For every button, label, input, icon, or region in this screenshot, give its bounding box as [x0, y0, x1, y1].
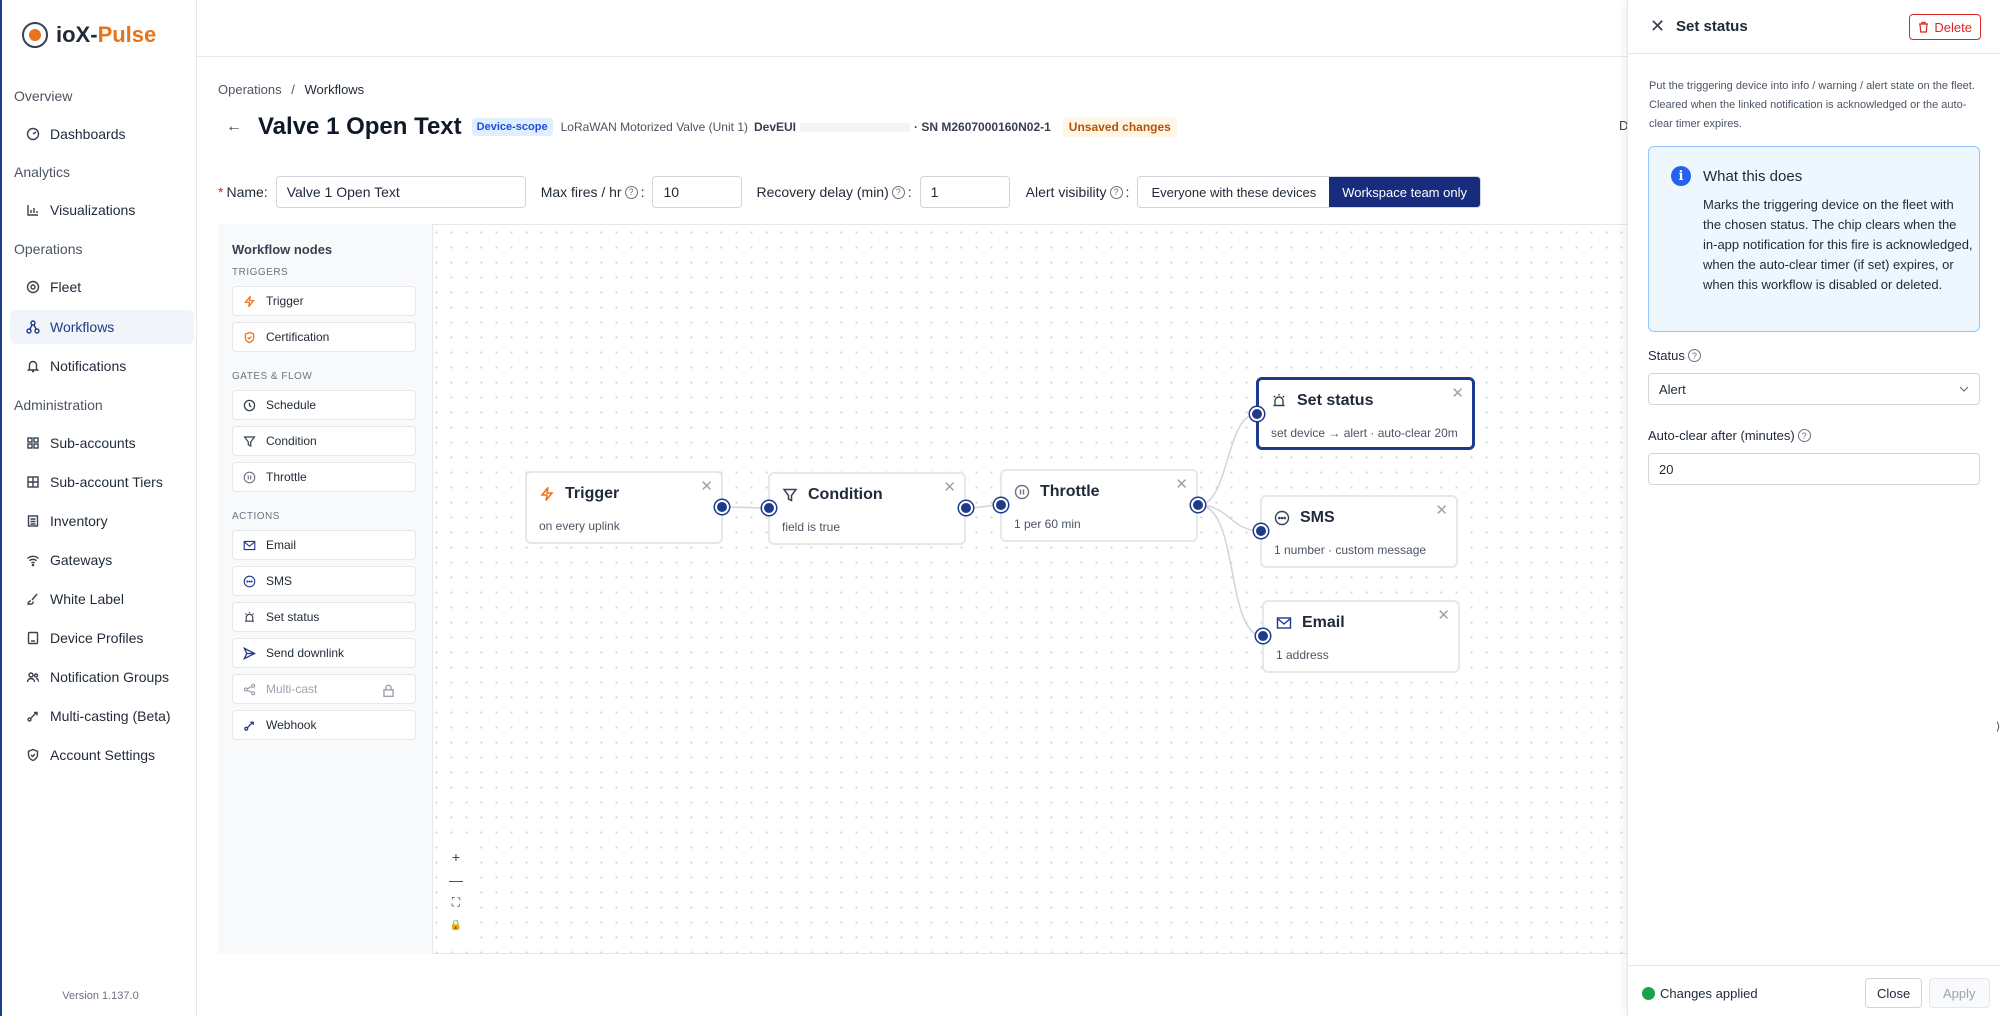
node-email[interactable]: Email 1 address ✕: [1262, 600, 1460, 673]
badge-check-icon: [244, 331, 255, 343]
remove-node-icon[interactable]: ✕: [1437, 606, 1450, 624]
node-trigger[interactable]: Trigger on every uplink ✕: [525, 471, 723, 544]
chat-bubble-icon: [243, 575, 256, 587]
close-icon[interactable]: ✕: [1650, 16, 1665, 37]
palette-section-actions: ACTIONS: [232, 511, 280, 522]
port-setstatus-in[interactable]: [1250, 407, 1264, 421]
node-palette: Workflow nodes TRIGGERS Trigger Certific…: [218, 224, 433, 954]
edge-throttle-email: [1197, 504, 1264, 637]
lightning-icon: [244, 295, 255, 307]
port-trigger-out[interactable]: [715, 500, 729, 514]
edge-throttle-sms: [1197, 504, 1262, 532]
clock-icon: [243, 399, 256, 411]
palette-item-schedule[interactable]: Schedule: [232, 390, 416, 420]
fit-view-icon[interactable]: ⛶: [443, 891, 469, 914]
alarm-icon: [1273, 394, 1285, 407]
panel-description: Put the triggering device into info / wa…: [1649, 80, 1975, 130]
auto-clear-input[interactable]: 20: [1648, 453, 1980, 485]
webhook-icon: [244, 721, 254, 731]
panel-header: ✕ Set status Delete: [1628, 0, 2000, 54]
palette-item-multi-cast: Multi-cast: [232, 674, 416, 704]
palette-item-throttle[interactable]: Throttle: [232, 462, 416, 492]
chevron-down-icon: [1959, 386, 1969, 392]
palette-section-triggers: TRIGGERS: [232, 267, 289, 278]
port-condition-in[interactable]: [762, 501, 776, 515]
trash-icon: [1919, 21, 1929, 33]
remove-node-icon[interactable]: ✕: [700, 477, 713, 495]
resize-cursor-icon: ⟩: [1996, 721, 2000, 733]
zoom-out-icon[interactable]: —: [443, 868, 469, 891]
info-body: Marks the triggering device on the fleet…: [1703, 197, 1973, 292]
filter-icon: [782, 488, 798, 502]
zoom-controls: + — ⛶ 🔒: [443, 845, 469, 941]
palette-item-sms[interactable]: SMS: [232, 566, 416, 596]
lightning-icon: [540, 487, 554, 501]
palette-item-send-downlink[interactable]: Send downlink: [232, 638, 416, 668]
palette-item-webhook[interactable]: Webhook: [232, 710, 416, 740]
help-icon[interactable]: ?: [1797, 429, 1811, 442]
port-condition-out[interactable]: [959, 501, 973, 515]
port-throttle-out[interactable]: [1191, 498, 1205, 512]
node-sms[interactable]: SMS 1 number · custom message ✕: [1260, 495, 1458, 568]
lock-canvas-icon[interactable]: 🔒: [443, 914, 469, 937]
alarm-icon: [245, 611, 254, 622]
zoom-in-icon[interactable]: +: [443, 845, 469, 868]
info-title: What this does: [1703, 168, 1803, 185]
remove-node-icon[interactable]: ✕: [943, 478, 956, 496]
palette-section-gates: GATES & FLOW: [232, 371, 313, 382]
edge-throttle-setstatus: [1197, 413, 1258, 506]
info-callout: i What this does Marks the triggering de…: [1648, 146, 1980, 332]
panel-footer: Changes applied Close Apply: [1628, 965, 2000, 1016]
palette-item-certification[interactable]: Certification: [232, 322, 416, 352]
node-condition[interactable]: Condition field is true ✕: [768, 472, 966, 545]
pause-icon: [243, 471, 256, 483]
remove-node-icon[interactable]: ✕: [1451, 384, 1464, 402]
apply-button[interactable]: Apply: [1929, 978, 1990, 1008]
panel-title: Set status: [1676, 18, 1748, 35]
info-icon: i: [1671, 166, 1691, 186]
status-select[interactable]: Alert: [1648, 373, 1980, 405]
port-email-in[interactable]: [1256, 629, 1270, 643]
share-icon: [243, 683, 256, 695]
pause-icon: [1014, 484, 1030, 500]
check-circle-icon: [1642, 987, 1655, 1000]
palette-title: Workflow nodes: [232, 242, 333, 257]
port-throttle-in[interactable]: [994, 498, 1008, 512]
lock-icon: [383, 684, 394, 697]
palette-item-email[interactable]: Email: [232, 530, 416, 560]
port-sms-in[interactable]: [1254, 524, 1268, 538]
changes-applied-status: Changes applied: [1642, 986, 1758, 1001]
envelope-icon: [243, 540, 256, 550]
help-icon[interactable]: ?: [1687, 349, 1701, 362]
palette-item-set-status[interactable]: Set status: [232, 602, 416, 632]
close-button[interactable]: Close: [1865, 978, 1923, 1008]
node-throttle[interactable]: Throttle 1 per 60 min ✕: [1000, 469, 1198, 542]
node-set-status[interactable]: Set status set device → alert · auto-cle…: [1256, 377, 1475, 450]
auto-clear-label: Auto-clear after (minutes) ?: [1648, 428, 1814, 443]
status-label: Status ?: [1648, 348, 1704, 363]
remove-node-icon[interactable]: ✕: [1175, 475, 1188, 493]
palette-item-trigger[interactable]: Trigger: [232, 286, 416, 316]
delete-button[interactable]: Delete: [1909, 14, 1981, 40]
set-status-panel: ✕ Set status Delete Put the triggering d…: [1627, 0, 2000, 1016]
remove-node-icon[interactable]: ✕: [1435, 501, 1448, 519]
palette-item-condition[interactable]: Condition: [232, 426, 416, 456]
chat-bubble-icon: [1274, 510, 1290, 526]
envelope-icon: [1276, 617, 1292, 629]
filter-icon: [243, 435, 256, 447]
send-icon: [243, 646, 256, 660]
